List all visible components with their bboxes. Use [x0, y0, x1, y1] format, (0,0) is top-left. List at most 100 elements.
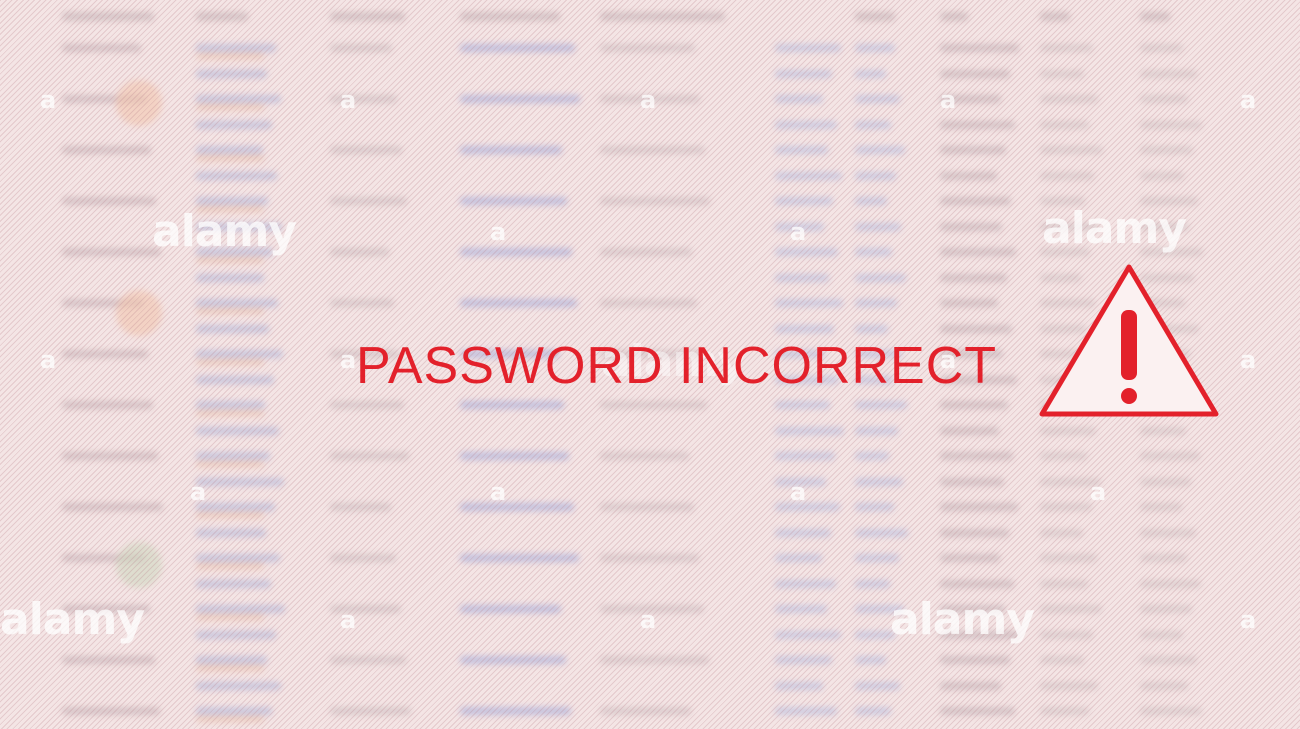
blurred-cell: [600, 707, 691, 715]
watermark-mark: a: [1240, 606, 1256, 634]
blurred-column-header: [940, 12, 968, 21]
blurred-cell: [196, 665, 264, 671]
blurred-cell: [460, 95, 580, 103]
blurred-cell: [940, 120, 1015, 129]
blurred-cell: [1140, 171, 1184, 180]
blurred-cell: [775, 197, 833, 205]
blurred-cell: [460, 452, 569, 460]
blurred-cell: [940, 171, 997, 180]
watermark-logo: alamy: [152, 206, 297, 257]
watermark-mark: a: [640, 86, 656, 114]
watermark-mark: a: [640, 606, 656, 634]
watermark-mark: a: [1240, 86, 1256, 114]
watermark-logo: alamy: [890, 594, 1035, 645]
blurred-cell: [940, 707, 1015, 715]
blurred-cell: [1040, 707, 1089, 715]
blurred-table-row: [0, 648, 1300, 674]
blurred-avatar: [116, 290, 162, 336]
watermark-mark: a: [790, 218, 806, 246]
watermark-mark: a: [490, 218, 506, 246]
blurred-cell: [196, 716, 264, 722]
blurred-table-row: [0, 164, 1300, 190]
blurred-cell: [775, 120, 837, 129]
blurred-cell: [330, 299, 394, 307]
blurred-cell: [330, 401, 404, 409]
blurred-cell: [855, 171, 896, 180]
blurred-cell: [330, 44, 392, 52]
blurred-cell: [1140, 426, 1186, 435]
blurred-cell: [1040, 554, 1097, 562]
blurred-cell: [775, 707, 837, 715]
watermark-mark: a: [340, 346, 356, 374]
blurred-column-header: [196, 12, 248, 21]
blurred-cell: [196, 53, 264, 59]
blurred-cell: [940, 426, 999, 435]
blurred-cell: [600, 503, 694, 511]
blurred-cell: [460, 554, 579, 562]
blurred-cell: [62, 707, 160, 715]
blurred-cell: [196, 681, 281, 690]
blurred-cell: [855, 248, 892, 256]
blurred-cell: [600, 197, 710, 205]
blurred-cell: [196, 273, 264, 282]
blurred-table-row: [0, 572, 1300, 598]
blurred-cell: [1140, 69, 1197, 78]
blurred-cell: [940, 477, 1004, 486]
blurred-column-header: [460, 12, 560, 21]
blurred-cell: [855, 273, 906, 282]
blurred-cell: [196, 461, 264, 467]
blurred-column-header: [600, 12, 725, 21]
blurred-cell: [940, 299, 998, 307]
blurred-cell: [940, 146, 1006, 154]
blurred-cell: [775, 401, 830, 409]
blurred-cell: [855, 69, 886, 78]
blurred-cell: [196, 401, 265, 409]
blurred-cell: [196, 171, 277, 180]
blurred-cell: [1140, 146, 1193, 154]
blurred-cell: [855, 44, 895, 52]
blurred-cell: [855, 426, 898, 435]
blurred-cell: [1040, 95, 1098, 103]
blurred-cell: [1140, 554, 1187, 562]
blurred-cell: [600, 554, 699, 562]
blurred-cell: [775, 171, 842, 180]
blurred-cell: [460, 248, 572, 256]
warning-exclamation-bar: [1121, 310, 1137, 380]
blurred-cell: [940, 222, 1002, 231]
blurred-cell: [775, 681, 823, 690]
blurred-cell: [1040, 528, 1083, 537]
blurred-cell: [196, 614, 264, 620]
blurred-cell: [196, 452, 270, 460]
watermark-mark: a: [1240, 346, 1256, 374]
blurred-cell: [330, 656, 406, 664]
blurred-cell: [196, 707, 272, 715]
blurred-cell: [330, 554, 396, 562]
blurred-cell: [775, 605, 827, 613]
blurred-cell: [940, 681, 1001, 690]
blurred-cell: [940, 503, 1018, 511]
blurred-table-row: [0, 419, 1300, 445]
blurred-cell: [196, 630, 276, 639]
blurred-cell: [855, 554, 899, 562]
blurred-cell: [855, 656, 886, 664]
blurred-cell: [196, 563, 264, 569]
blurred-cell: [1040, 146, 1103, 154]
warning-triangle-icon: [1039, 264, 1219, 417]
blurred-cell: [460, 197, 567, 205]
blurred-cell: [940, 324, 1012, 333]
blurred-cell: [62, 452, 158, 460]
watermark-logo: alamy: [0, 594, 145, 645]
blurred-cell: [775, 44, 841, 52]
blurred-cell: [330, 248, 389, 256]
blurred-cell: [62, 197, 156, 205]
blurred-cell: [196, 512, 264, 518]
screen: alamy alamy alamy alamy alamy a a a a a …: [0, 0, 1300, 729]
blurred-table-row: [0, 521, 1300, 547]
blurred-cell: [196, 375, 274, 384]
blurred-cell: [600, 248, 692, 256]
blurred-cell: [196, 155, 264, 161]
blurred-cell: [196, 528, 266, 537]
blurred-table-row: [0, 444, 1300, 470]
watermark-mark: a: [340, 606, 356, 634]
watermark-mark: a: [40, 346, 56, 374]
